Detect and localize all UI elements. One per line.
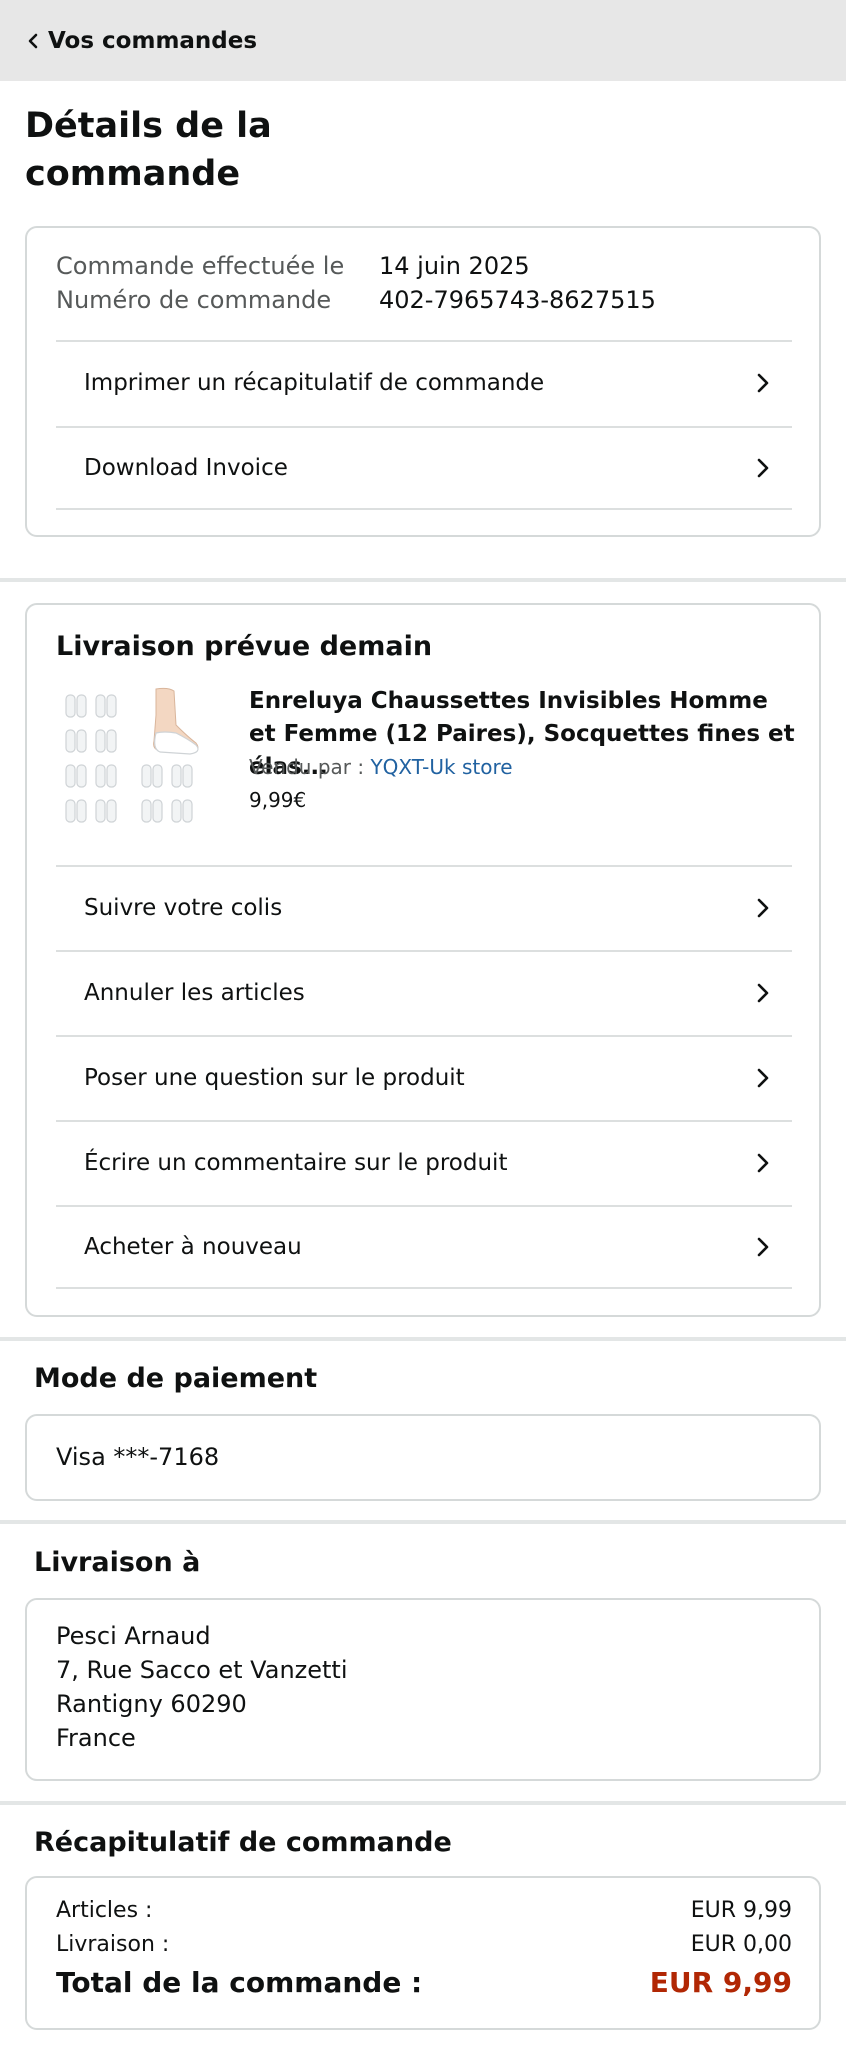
socks-product-image[interactable] [56,685,211,840]
shipping-label: Livraison : [56,1932,170,1957]
order-number-label: Numéro de commande [56,286,332,314]
divider [0,578,846,582]
order-number-value: 402-7965743-8627515 [379,286,656,314]
page-title: Détails de la commande [25,106,272,194]
order-date-value: 14 juin 2025 [379,252,530,280]
product-price: 9,99€ [249,788,307,812]
payment-title: Mode de paiement [34,1363,318,1394]
buy-again-label: Acheter à nouveau [84,1234,302,1260]
total-label: Total de la commande : [56,1966,423,1999]
buy-again-row[interactable]: Acheter à nouveau [56,1205,792,1289]
download-invoice-row[interactable]: Download Invoice [56,426,792,510]
shipment-card: Livraison prévue demain Enreluya Chausse… [25,603,821,1317]
address-country: France [56,1724,136,1752]
sold-by: Vendu par : YQXT-Uk store [249,755,513,779]
items-row: Articles : EUR 9,99 [56,1898,792,1923]
chevron-right-icon [752,982,774,1004]
payment-method: Visa ***-7168 [56,1443,220,1471]
delivery-title: Livraison à [34,1547,201,1578]
write-review-row[interactable]: Écrire un commentaire sur le produit [56,1120,792,1204]
shipment-title: Livraison prévue demain [56,631,433,662]
address-street: 7, Rue Sacco et Vanzetti [56,1656,348,1684]
divider [0,1337,846,1341]
shipping-row: Livraison : EUR 0,00 [56,1932,792,1957]
chevron-right-icon [752,1152,774,1174]
divider [0,1520,846,1524]
address-city: Rantigny 60290 [56,1690,247,1718]
order-info-card: Commande effectuée le 14 juin 2025 Numér… [25,226,821,537]
shipping-value: EUR 0,00 [690,1932,792,1957]
print-summary-row[interactable]: Imprimer un récapitulatif de commande [56,340,792,424]
summary-title: Récapitulatif de commande [34,1827,452,1858]
chevron-right-icon [752,457,774,479]
ask-question-label: Poser une question sur le produit [84,1065,465,1091]
items-label: Articles : [56,1898,153,1923]
order-summary-card: Articles : EUR 9,99 Livraison : EUR 0,00… [25,1876,821,2030]
chevron-right-icon [752,1236,774,1258]
order-date-label: Commande effectuée le [56,252,345,280]
recipient-name: Pesci Arnaud [56,1622,211,1650]
ask-question-row[interactable]: Poser une question sur le produit [56,1035,792,1119]
total-row: Total de la commande : EUR 9,99 [56,1966,792,1999]
total-value: EUR 9,99 [649,1966,792,1999]
print-summary-label: Imprimer un récapitulatif de commande [84,370,545,396]
cancel-items-label: Annuler les articles [84,980,305,1006]
cancel-items-row[interactable]: Annuler les articles [56,950,792,1034]
write-review-label: Écrire un commentaire sur le produit [84,1150,508,1176]
chevron-right-icon [752,1067,774,1089]
track-package-row[interactable]: Suivre votre colis [56,865,792,949]
seller-link[interactable]: YQXT-Uk store [370,755,512,779]
track-package-label: Suivre votre colis [84,895,283,921]
chevron-right-icon [752,372,774,394]
items-value: EUR 9,99 [690,1898,792,1923]
chevron-right-icon [752,897,774,919]
delivery-address-card: Pesci Arnaud 7, Rue Sacco et Vanzetti Ra… [25,1598,821,1781]
divider [0,1801,846,1805]
sold-by-label: Vendu par : [249,755,365,779]
download-invoice-label: Download Invoice [84,455,288,481]
payment-card: Visa ***-7168 [25,1414,821,1501]
